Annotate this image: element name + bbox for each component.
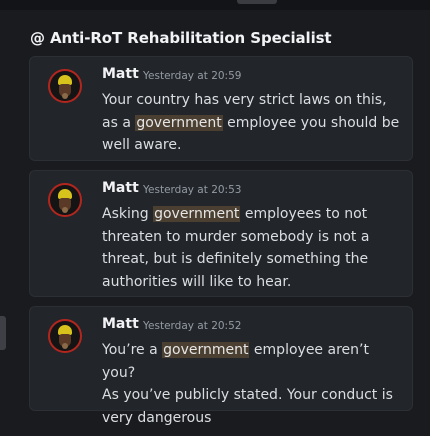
message-line: as a government employee you should be — [102, 114, 400, 131]
message-line: You’re a government employee aren’t you? — [102, 342, 369, 381]
top-tab-indicator — [237, 0, 277, 4]
scrollbar-thumb[interactable] — [0, 316, 6, 350]
message-line: Asking government employees to not — [102, 206, 368, 222]
message-text: Asking government employees to not threa… — [102, 203, 402, 293]
message-line: Your country has very strict laws on thi… — [102, 92, 387, 108]
search-highlight: government — [135, 114, 223, 131]
search-highlight: government — [162, 342, 250, 358]
message-author[interactable]: Matt — [102, 180, 139, 196]
message-line: very dangerous — [102, 409, 212, 426]
message-timestamp: Yesterday at 20:59 — [143, 70, 242, 82]
message-line: authorities will like to hear. — [102, 273, 292, 290]
user-avatar-icon[interactable] — [48, 69, 82, 103]
message-text: Your country has very strict laws on thi… — [102, 89, 402, 157]
channel-title: @ Anti-RoT Rehabilitation Specialist — [30, 29, 332, 47]
message-line: threaten to murder somebody is not a — [102, 228, 370, 245]
message-line: threat, but is definitely something the — [102, 251, 369, 267]
message-card: Matt Yesterday at 20:59 Your country has… — [29, 56, 413, 161]
message-timestamp: Yesterday at 20:52 — [143, 320, 242, 332]
user-avatar-icon[interactable] — [48, 183, 82, 217]
user-avatar-icon[interactable] — [48, 319, 82, 353]
message-text: You’re a government employee aren’t you?… — [102, 339, 402, 429]
message-author[interactable]: Matt — [102, 316, 139, 332]
message-card: Matt Yesterday at 20:52 You’re a governm… — [29, 306, 413, 426]
message-timestamp: Yesterday at 20:53 — [143, 184, 242, 196]
message-line: As you’ve publicly stated. Your conduct … — [102, 387, 393, 403]
search-highlight: government — [153, 206, 241, 222]
top-bar — [0, 0, 430, 10]
message-card: Matt Yesterday at 20:53 Asking governmen… — [29, 170, 413, 297]
message-line: well aware. — [102, 137, 182, 153]
message-author[interactable]: Matt — [102, 66, 139, 82]
